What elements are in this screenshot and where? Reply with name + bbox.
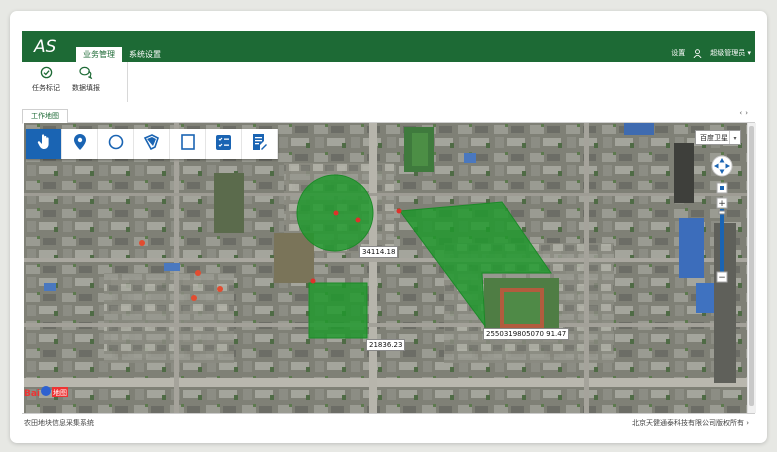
scrollbar-thumb[interactable] [749,126,754,406]
map-draw-toolbar [26,129,278,159]
user-icon [693,48,702,58]
chevron-down-icon: ▾ [729,131,740,144]
checklist-icon [216,134,231,154]
rectangle-tool-button[interactable] [170,129,206,159]
user-area: 设置 超级管理员 ▾ [671,48,751,58]
tab-system-settings[interactable]: 系统设置 [122,47,168,62]
rectangle-draw-icon [180,134,195,154]
svg-text:Bai: Bai [24,389,40,399]
pan-tool-button[interactable] [26,129,62,159]
svg-text:AS: AS [33,37,57,56]
top-navbar: AS 业务管理 系统设置 设置 超级管理员 ▾ [22,31,755,62]
user-menu[interactable]: 超级管理员 ▾ [710,48,751,58]
chevron-down-icon: ▾ [747,49,751,57]
tab-work-map[interactable]: 工作地图 [22,109,68,124]
checklist-tool-button[interactable] [206,129,242,159]
polygon-draw-icon [143,134,160,154]
svg-text:+: + [718,199,726,209]
rectangle-area-label: 21836.23 [366,339,406,351]
edit-list-tool-button[interactable] [242,129,278,159]
circle-draw-icon [108,134,124,154]
satellite-map[interactable]: Bai 地图 34114.18 21836.23 2550319805070 9… [24,123,747,413]
circle-area-label: 34114.18 [359,246,399,258]
data-report-button[interactable]: 数据填报 [68,66,104,93]
tab-business-management[interactable]: 业务管理 [76,47,122,62]
chevron-right-icon: › [746,419,749,427]
map-scrollbar[interactable] [747,123,756,413]
map-navigation-control: + − [711,155,733,291]
marker-pin-icon [73,134,86,154]
workspace-tabs: 工作地图 ‹› [22,107,755,124]
map-imagery: Bai 地图 [24,123,747,413]
copyright-text: 北京天健通泰科技有限公司版权所有 › [631,419,749,427]
circle-tool-button[interactable] [98,129,134,159]
map-type-select[interactable]: 百度卫星 ▾ [695,130,741,145]
pan-hand-icon [36,133,52,155]
chat-bubbles-icon [68,66,104,81]
system-name: 农田地块信息采集系统 [24,419,94,427]
polygon-tool-button[interactable] [134,129,170,159]
tab-scroll-arrows[interactable]: ‹› [739,109,751,117]
edit-list-icon [252,134,267,154]
ribbon-toolbar: 任务标记 数据填报 [22,62,755,102]
ribbon-divider [127,62,128,102]
chevron-right-icon[interactable]: › [745,109,751,117]
check-circle-icon [28,66,64,81]
app-logo: AS [33,37,57,56]
marker-tool-button[interactable] [62,129,98,159]
task-mark-button[interactable]: 任务标记 [28,66,64,93]
settings-link[interactable]: 设置 [671,48,685,58]
polygon-area-label: 2550319805070 91.47 [483,328,570,340]
svg-text:地图: 地图 [53,388,67,397]
svg-text:−: − [718,273,726,283]
footer-bar: 农田地块信息采集系统 北京天健通泰科技有限公司版权所有 › [22,413,755,430]
